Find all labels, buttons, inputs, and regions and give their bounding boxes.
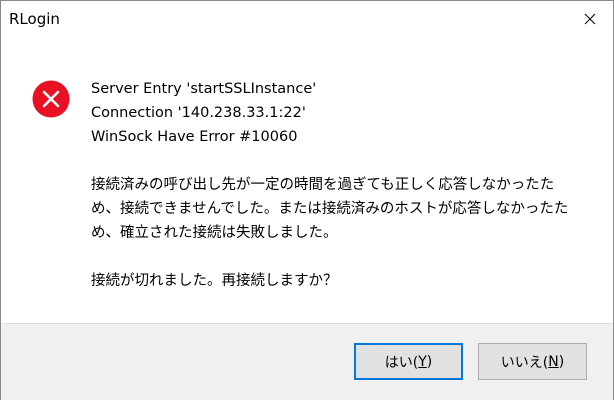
message-area: Server Entry 'startSSLInstance' Connecti… [1,37,613,323]
error-icon [32,80,70,118]
error-detail-line: め、接続できませんでした。または接続済みのホストが応答しなかったた [91,201,569,217]
message-text: Server Entry 'startSSLInstance' Connecti… [91,77,591,293]
no-button-label: いいえ( [500,354,549,371]
message-dialog: RLogin Server Entry 'startSSLInstance' C… [0,0,614,400]
yes-button[interactable]: はい(Y) [354,343,463,380]
no-button-suffix: ) [558,353,565,370]
server-entry-line: Server Entry 'startSSLInstance' [91,81,317,97]
close-icon [584,13,596,25]
window-title: RLogin [9,10,60,28]
close-button[interactable] [567,1,613,37]
no-button-mnemonic: N [548,353,559,370]
title-bar: RLogin [1,1,613,37]
yes-button-mnemonic: Y [418,353,427,370]
winsock-error-line: WinSock Have Error #10060 [91,129,298,145]
reconnect-question: 接続が切れました。再接続しますか？ [91,273,338,289]
yes-button-label: はい( [384,354,419,371]
button-bar: はい(Y) いいえ(N) [1,323,613,400]
error-detail-line: 接続済みの呼び出し先が一定の時間を過ぎても正しく応答しなかったた [91,177,555,193]
connection-line: Connection '140.238.33.1:22' [91,105,306,121]
yes-button-suffix: ) [426,353,433,370]
no-button[interactable]: いいえ(N) [478,343,587,380]
error-detail-line: め、確立された接続は失敗しました。 [91,225,338,241]
